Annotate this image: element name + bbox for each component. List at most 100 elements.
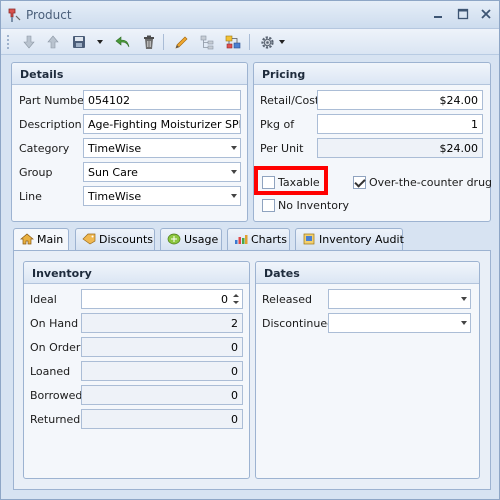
- borrowed-label: Borrowed: [30, 389, 83, 402]
- undo-icon: [115, 36, 130, 48]
- close-icon[interactable]: [479, 7, 493, 21]
- hierarchy-icon: [225, 35, 241, 48]
- group-combo[interactable]: Sun Care: [83, 162, 241, 182]
- arrow-down-icon: [23, 35, 35, 49]
- undo-button[interactable]: [113, 32, 133, 52]
- released-date-field[interactable]: [328, 289, 471, 309]
- part-number-field[interactable]: 054102: [83, 90, 241, 110]
- group-value: Sun Care: [88, 166, 138, 179]
- description-label: Description: [19, 118, 82, 131]
- tab-strip: Main Discounts Usage Charts Inventory Au…: [13, 228, 491, 251]
- home-icon: [20, 233, 34, 245]
- tab-inventory-audit-label: Inventory Audit: [319, 233, 404, 246]
- toolbar: [1, 29, 499, 55]
- tab-usage[interactable]: Usage: [160, 228, 222, 250]
- edit-button[interactable]: [171, 32, 191, 52]
- retail-cost-label: Retail/Cost: [260, 94, 320, 107]
- delete-icon: [144, 35, 154, 49]
- tab-discounts-label: Discounts: [99, 233, 154, 246]
- dropdown-arrow-icon: [97, 40, 103, 44]
- tab-usage-label: Usage: [184, 233, 219, 246]
- save-dropdown-button[interactable]: [93, 32, 107, 52]
- category-combo[interactable]: TimeWise: [83, 138, 241, 158]
- line-value: TimeWise: [88, 190, 142, 203]
- tree-icon: [200, 35, 213, 49]
- ideal-value: 0: [221, 293, 228, 306]
- otc-drug-label[interactable]: Over-the-counter drug: [369, 176, 492, 189]
- borrowed-field: 0: [81, 385, 243, 405]
- retail-cost-field[interactable]: $24.00: [317, 90, 483, 110]
- pkg-of-field[interactable]: 1: [317, 114, 483, 134]
- details-header: Details: [12, 63, 247, 85]
- pricing-header: Pricing: [254, 63, 490, 85]
- inventory-header: Inventory: [24, 262, 249, 284]
- loaned-label: Loaned: [30, 365, 71, 378]
- discontinued-date-field[interactable]: [328, 313, 471, 333]
- returned-field: 0: [81, 409, 243, 429]
- ideal-label: Ideal: [30, 293, 57, 306]
- dropdown-arrow-icon: [279, 40, 285, 44]
- product-icon: [8, 8, 21, 22]
- product-window: Product Details Part Number 054102 Descr…: [0, 0, 500, 500]
- minimize-icon[interactable]: [431, 7, 445, 21]
- toolbar-grip[interactable]: [7, 35, 9, 49]
- toolbar-separator: [249, 34, 250, 50]
- settings-icon: [260, 35, 274, 49]
- chevron-down-icon[interactable]: [231, 170, 237, 174]
- otc-drug-checkbox[interactable]: [353, 176, 366, 189]
- move-down-button[interactable]: [19, 32, 39, 52]
- on-order-field: 0: [81, 337, 243, 357]
- ideal-spin-field[interactable]: 0: [81, 289, 243, 309]
- line-label: Line: [19, 190, 42, 203]
- window-title: Product: [26, 8, 72, 22]
- highlight-box: [254, 166, 328, 195]
- tab-inventory-audit[interactable]: Inventory Audit: [295, 228, 404, 250]
- hierarchy-button[interactable]: [223, 32, 243, 52]
- audit-icon: [303, 233, 315, 245]
- category-value: TimeWise: [88, 142, 142, 155]
- move-up-button[interactable]: [43, 32, 63, 52]
- tab-main[interactable]: Main: [13, 228, 69, 251]
- tree-button[interactable]: [197, 32, 217, 52]
- tab-main-label: Main: [37, 233, 64, 246]
- category-label: Category: [19, 142, 70, 155]
- chevron-down-icon[interactable]: [461, 297, 467, 301]
- dates-header: Dates: [256, 262, 479, 284]
- arrow-up-icon: [47, 35, 59, 49]
- description-field[interactable]: Age-Fighting Moisturizer SPF 30: [83, 114, 241, 134]
- spin-arrows-icon[interactable]: [232, 292, 240, 306]
- per-unit-field: $24.00: [317, 138, 483, 158]
- chevron-down-icon[interactable]: [231, 146, 237, 150]
- line-combo[interactable]: TimeWise: [83, 186, 241, 206]
- per-unit-label: Per Unit: [260, 142, 304, 155]
- returned-label: Returned: [30, 413, 81, 426]
- settings-dropdown-button[interactable]: [277, 32, 287, 52]
- edit-icon: [174, 36, 187, 49]
- chart-icon: [235, 235, 248, 244]
- settings-button[interactable]: [257, 32, 277, 52]
- tab-discounts[interactable]: Discounts: [75, 228, 155, 250]
- chevron-down-icon[interactable]: [461, 321, 467, 325]
- loaned-field: 0: [81, 361, 243, 381]
- on-hand-label: On Hand: [30, 317, 79, 330]
- tab-charts[interactable]: Charts: [227, 228, 290, 250]
- on-hand-field: 2: [81, 313, 243, 333]
- discontinued-label: Discontinued: [262, 317, 335, 330]
- maximize-icon[interactable]: [456, 7, 470, 21]
- released-label: Released: [262, 293, 312, 306]
- tag-icon: [82, 233, 96, 245]
- no-inventory-checkbox[interactable]: [262, 199, 275, 212]
- save-icon: [73, 36, 85, 48]
- pkg-of-label: Pkg of: [260, 118, 295, 131]
- title-bar: Product: [1, 1, 499, 29]
- usage-icon: [167, 233, 181, 245]
- no-inventory-label[interactable]: No Inventory: [278, 199, 349, 212]
- on-order-label: On Order: [30, 341, 81, 354]
- toolbar-separator: [163, 34, 164, 50]
- tab-charts-label: Charts: [251, 233, 287, 246]
- group-label: Group: [19, 166, 53, 179]
- save-button[interactable]: [69, 32, 89, 52]
- chevron-down-icon[interactable]: [231, 194, 237, 198]
- part-number-label: Part Number: [19, 94, 89, 107]
- delete-button[interactable]: [139, 32, 159, 52]
